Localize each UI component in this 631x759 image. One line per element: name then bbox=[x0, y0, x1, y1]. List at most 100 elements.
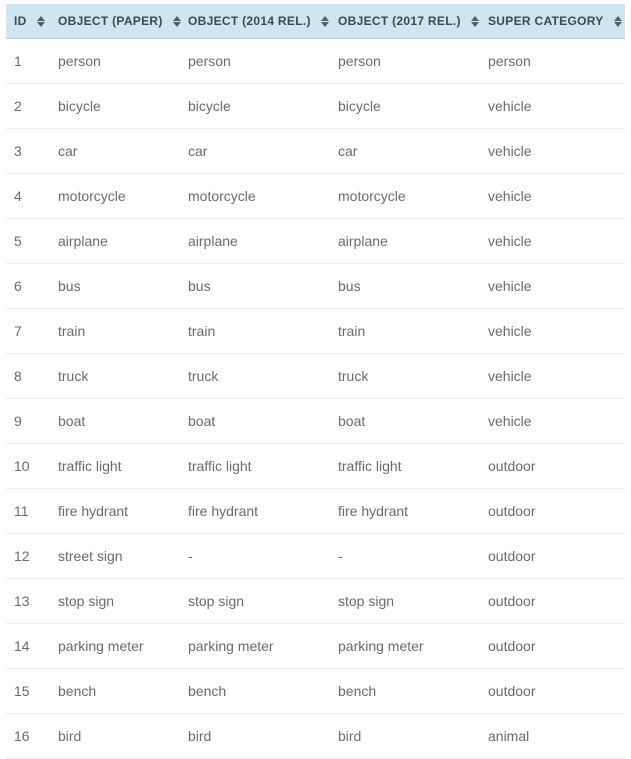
cell-super_category: vehicle bbox=[480, 354, 625, 399]
cell-id: 12 bbox=[6, 534, 50, 579]
sort-icon bbox=[614, 16, 622, 27]
cell-object_2014: parking meter bbox=[180, 624, 330, 669]
categories-table: ID OBJECT (PAPER) OBJECT (2014 REL.) OBJECT… bbox=[6, 4, 625, 759]
cell-super_category: outdoor bbox=[480, 444, 625, 489]
cell-object_2014: train bbox=[180, 309, 330, 354]
column-header-object_2014[interactable]: OBJECT (2014 REL.) bbox=[180, 4, 330, 39]
cell-id: 9 bbox=[6, 399, 50, 444]
column-header-label: SUPER CATEGORY bbox=[488, 14, 604, 28]
cell-object_2017: person bbox=[330, 39, 480, 84]
sort-icon bbox=[321, 16, 329, 27]
cell-object_paper: boat bbox=[50, 399, 180, 444]
table-row: 9boatboatboatvehicle bbox=[6, 399, 625, 444]
table-row: 14parking meterparking meterparking mete… bbox=[6, 624, 625, 669]
table-row: 5airplaneairplaneairplanevehicle bbox=[6, 219, 625, 264]
column-header-id[interactable]: ID bbox=[6, 4, 50, 39]
cell-object_2014: boat bbox=[180, 399, 330, 444]
cell-id: 4 bbox=[6, 174, 50, 219]
cell-object_paper: fire hydrant bbox=[50, 489, 180, 534]
table-row: 12street sign--outdoor bbox=[6, 534, 625, 579]
cell-id: 1 bbox=[6, 39, 50, 84]
table-row: 11fire hydrantfire hydrantfire hydrantou… bbox=[6, 489, 625, 534]
cell-object_2017: traffic light bbox=[330, 444, 480, 489]
cell-object_paper: traffic light bbox=[50, 444, 180, 489]
table-row: 7traintraintrainvehicle bbox=[6, 309, 625, 354]
cell-super_category: vehicle bbox=[480, 129, 625, 174]
cell-id: 3 bbox=[6, 129, 50, 174]
cell-super_category: animal bbox=[480, 714, 625, 759]
cell-object_2014: bird bbox=[180, 714, 330, 759]
table-row: 1personpersonpersonperson bbox=[6, 39, 625, 84]
cell-object_2017: parking meter bbox=[330, 624, 480, 669]
cell-object_paper: bench bbox=[50, 669, 180, 714]
cell-object_paper: truck bbox=[50, 354, 180, 399]
table-row: 16birdbirdbirdanimal bbox=[6, 714, 625, 759]
cell-object_2017: train bbox=[330, 309, 480, 354]
column-header-label: OBJECT (2014 REL.) bbox=[188, 14, 311, 28]
cell-object_paper: person bbox=[50, 39, 180, 84]
sort-icon bbox=[173, 16, 181, 27]
cell-super_category: outdoor bbox=[480, 624, 625, 669]
table-row: 8trucktrucktruckvehicle bbox=[6, 354, 625, 399]
cell-id: 5 bbox=[6, 219, 50, 264]
table-body: 1personpersonpersonperson2bicyclebicycle… bbox=[6, 39, 625, 759]
cell-object_2014: fire hydrant bbox=[180, 489, 330, 534]
cell-super_category: vehicle bbox=[480, 84, 625, 129]
cell-object_2017: car bbox=[330, 129, 480, 174]
table-row: 2bicyclebicyclebicyclevehicle bbox=[6, 84, 625, 129]
cell-object_2014: car bbox=[180, 129, 330, 174]
cell-object_2014: stop sign bbox=[180, 579, 330, 624]
cell-id: 11 bbox=[6, 489, 50, 534]
table-row: 13stop signstop signstop signoutdoor bbox=[6, 579, 625, 624]
cell-id: 6 bbox=[6, 264, 50, 309]
cell-id: 15 bbox=[6, 669, 50, 714]
cell-object_2017: - bbox=[330, 534, 480, 579]
table-row: 15benchbenchbenchoutdoor bbox=[6, 669, 625, 714]
table-row: 4motorcyclemotorcyclemotorcyclevehicle bbox=[6, 174, 625, 219]
cell-super_category: outdoor bbox=[480, 489, 625, 534]
cell-object_paper: bus bbox=[50, 264, 180, 309]
cell-id: 8 bbox=[6, 354, 50, 399]
cell-super_category: outdoor bbox=[480, 669, 625, 714]
column-header-object_paper[interactable]: OBJECT (PAPER) bbox=[50, 4, 180, 39]
table-header: ID OBJECT (PAPER) OBJECT (2014 REL.) OBJECT… bbox=[6, 4, 625, 39]
column-header-super_category[interactable]: SUPER CATEGORY bbox=[480, 4, 625, 39]
cell-super_category: vehicle bbox=[480, 309, 625, 354]
cell-object_2014: bus bbox=[180, 264, 330, 309]
cell-super_category: vehicle bbox=[480, 264, 625, 309]
cell-object_2014: bicycle bbox=[180, 84, 330, 129]
cell-super_category: vehicle bbox=[480, 174, 625, 219]
cell-object_2017: airplane bbox=[330, 219, 480, 264]
sort-icon bbox=[37, 16, 45, 27]
cell-object_paper: bicycle bbox=[50, 84, 180, 129]
cell-object_2017: bench bbox=[330, 669, 480, 714]
cell-object_2014: person bbox=[180, 39, 330, 84]
cell-object_2017: fire hydrant bbox=[330, 489, 480, 534]
cell-id: 10 bbox=[6, 444, 50, 489]
cell-object_2014: traffic light bbox=[180, 444, 330, 489]
cell-object_2017: motorcycle bbox=[330, 174, 480, 219]
cell-object_paper: parking meter bbox=[50, 624, 180, 669]
cell-object_2014: motorcycle bbox=[180, 174, 330, 219]
column-header-label: ID bbox=[14, 14, 27, 28]
cell-object_2017: bird bbox=[330, 714, 480, 759]
cell-object_2014: truck bbox=[180, 354, 330, 399]
cell-super_category: vehicle bbox=[480, 219, 625, 264]
column-header-label: OBJECT (2017 REL.) bbox=[338, 14, 461, 28]
cell-super_category: vehicle bbox=[480, 399, 625, 444]
cell-super_category: person bbox=[480, 39, 625, 84]
cell-object_2017: stop sign bbox=[330, 579, 480, 624]
cell-id: 2 bbox=[6, 84, 50, 129]
cell-object_2017: boat bbox=[330, 399, 480, 444]
cell-object_2014: airplane bbox=[180, 219, 330, 264]
cell-id: 7 bbox=[6, 309, 50, 354]
cell-object_2017: truck bbox=[330, 354, 480, 399]
table-row: 3carcarcarvehicle bbox=[6, 129, 625, 174]
cell-object_2017: bicycle bbox=[330, 84, 480, 129]
table-row: 6busbusbusvehicle bbox=[6, 264, 625, 309]
cell-object_paper: car bbox=[50, 129, 180, 174]
cell-object_2017: bus bbox=[330, 264, 480, 309]
column-header-object_2017[interactable]: OBJECT (2017 REL.) bbox=[330, 4, 480, 39]
cell-object_paper: train bbox=[50, 309, 180, 354]
column-header-label: OBJECT (PAPER) bbox=[58, 14, 163, 28]
